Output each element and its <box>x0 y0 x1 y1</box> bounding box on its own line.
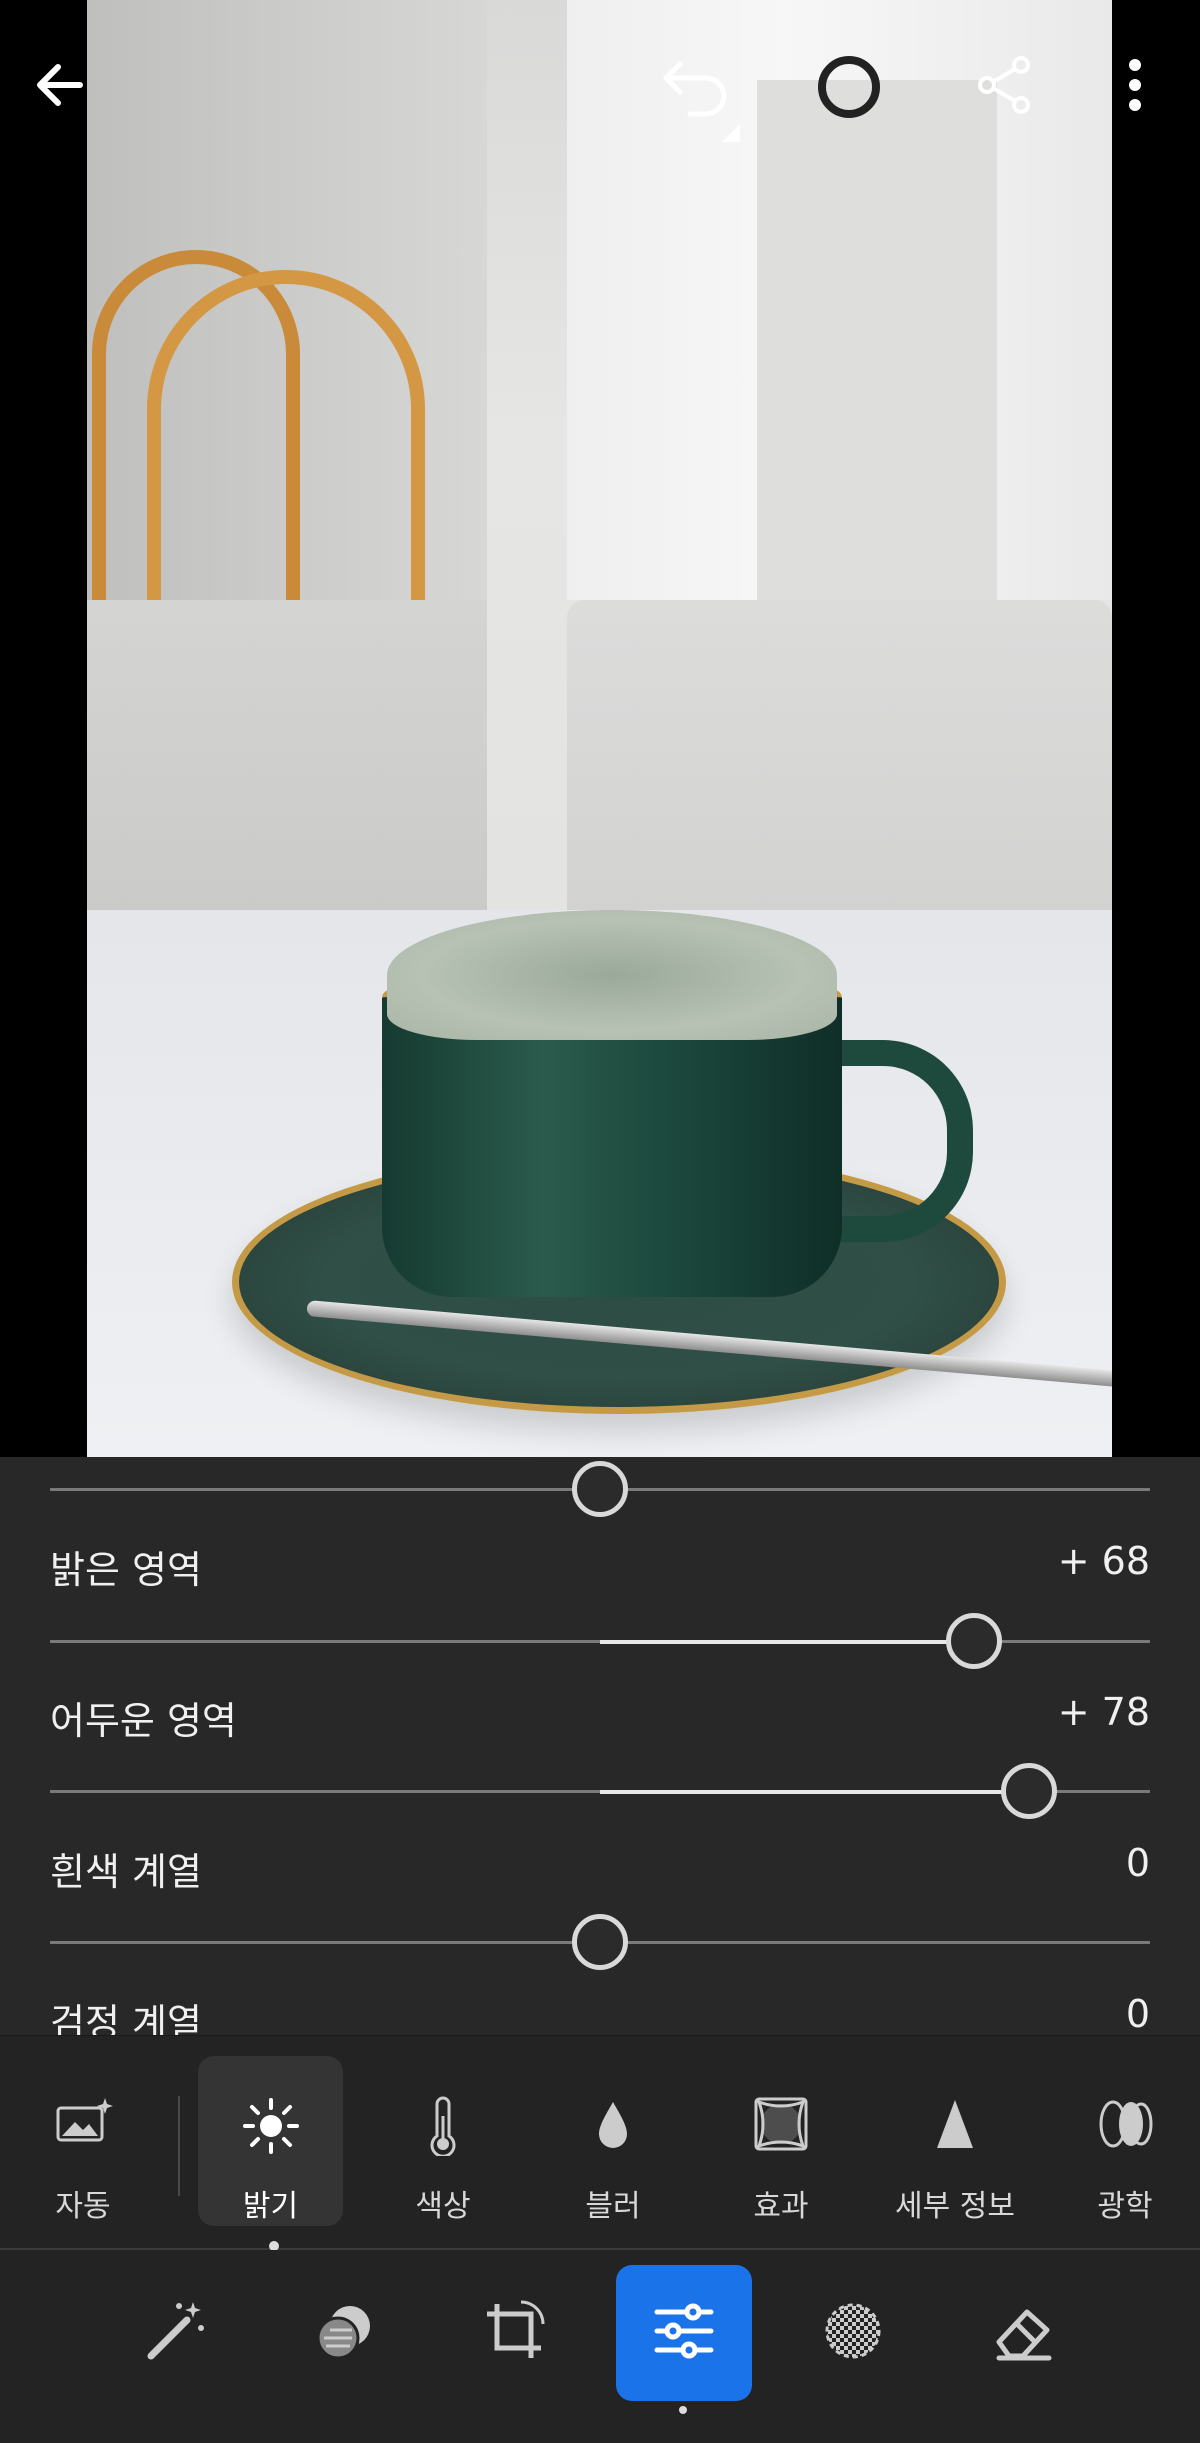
tool-blur[interactable]: 블러 <box>538 2056 688 2226</box>
slider-label-highlights: 밝은 영역 <box>50 1548 202 1592</box>
sun-icon <box>241 2096 301 2160</box>
droplet-icon <box>593 2096 633 2160</box>
slider-value-highlights: + 68 <box>1057 1539 1150 1583</box>
share-icon[interactable] <box>975 55 1035 115</box>
tool-detail[interactable]: 세부 정보 <box>880 2056 1030 2226</box>
tool-divider <box>178 2096 180 2196</box>
slider-track-whites[interactable] <box>50 1914 1150 1970</box>
mode-edit[interactable] <box>616 2265 752 2401</box>
tool-label-auto: 자동 <box>55 2189 111 2224</box>
slider-fill-highlights <box>600 1639 974 1644</box>
slider-value-whites: 0 <box>1125 1841 1150 1885</box>
tool-optics[interactable]: 광학 <box>1050 2056 1200 2226</box>
tool-label-detail: 세부 정보 <box>895 2189 1015 2224</box>
crop-rotate-icon <box>481 2298 547 2368</box>
tool-label-effects: 효과 <box>753 2189 809 2224</box>
tool-label-color: 색상 <box>415 2189 471 2224</box>
magic-wand-icon <box>143 2298 209 2368</box>
edit-tools-bar: 자동 밝기 색상 블러 효과 세부 정보 광학 <box>0 2035 1200 2251</box>
tool-label-light: 밝기 <box>242 2189 299 2224</box>
photo-chair-back <box>87 600 487 920</box>
slider-thumb-shadows[interactable] <box>1001 1763 1057 1819</box>
slider-thumb-whites[interactable] <box>572 1914 628 1970</box>
selective-mask-icon <box>312 2298 378 2368</box>
triangle-icon <box>933 2096 977 2156</box>
slider-label-shadows: 어두운 영역 <box>50 1699 237 1743</box>
tool-light[interactable]: 밝기 <box>198 2056 343 2226</box>
mode-healing[interactable] <box>785 2265 921 2401</box>
mode-active-indicator <box>679 2406 687 2414</box>
mode-presets[interactable] <box>108 2265 244 2401</box>
auto-photo-icon <box>53 2096 113 2150</box>
tool-auto[interactable]: 자동 <box>8 2056 158 2226</box>
photo-foam <box>387 910 837 1040</box>
healing-patch-icon <box>820 2298 886 2368</box>
circle-icon[interactable] <box>818 56 880 118</box>
slider-track-highlights[interactable] <box>50 1613 1150 1669</box>
adjust-sliders-icon <box>651 2298 717 2368</box>
slider-value-shadows: + 78 <box>1057 1690 1150 1734</box>
slider-thumb-highlights[interactable] <box>946 1613 1002 1669</box>
slider-track[interactable] <box>50 1461 1150 1517</box>
photo-bg-panel <box>757 80 997 600</box>
photo-chair-back-2 <box>567 600 1112 920</box>
mode-remove[interactable] <box>954 2265 1090 2401</box>
mode-crop[interactable] <box>446 2265 582 2401</box>
tool-label-blur: 블러 <box>585 2189 641 2224</box>
slider-label-blacks: 검정 계열 <box>50 2001 202 2035</box>
eraser-icon <box>989 2298 1055 2368</box>
slider-track-shadows[interactable] <box>50 1763 1150 1819</box>
photo-image[interactable] <box>87 0 1112 1457</box>
slider-thumb[interactable] <box>572 1461 628 1517</box>
back-arrow-icon[interactable] <box>30 55 90 115</box>
slider-value-blacks: 0 <box>1125 1992 1150 2035</box>
light-sliders-panel: 밝은 영역 + 68 어두운 영역 + 78 흰색 계열 0 검정 계열 0 <box>0 1457 1200 2035</box>
vignette-icon <box>753 2096 809 2156</box>
more-vertical-icon[interactable] <box>1125 55 1145 115</box>
tool-color[interactable]: 색상 <box>368 2056 518 2226</box>
photo-canvas[interactable] <box>0 0 1200 1457</box>
undo-icon[interactable] <box>660 52 750 142</box>
thermometer-icon <box>423 2096 463 2160</box>
tool-label-optics: 광학 <box>1097 2189 1153 2224</box>
edit-modes-bar <box>0 2250 1200 2443</box>
slider-fill-shadows <box>600 1789 1029 1794</box>
tool-effects[interactable]: 효과 <box>706 2056 856 2226</box>
lens-icon <box>1095 2096 1155 2156</box>
slider-label-whites: 흰색 계열 <box>50 1850 202 1894</box>
mode-masking[interactable] <box>277 2265 413 2401</box>
